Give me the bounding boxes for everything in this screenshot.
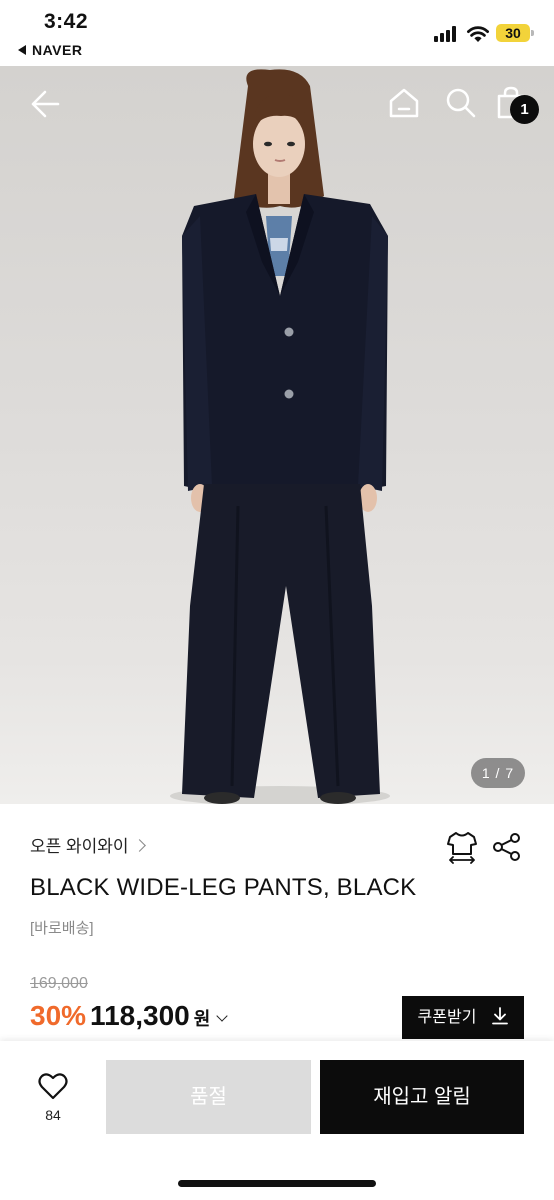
delivery-tag: [바로배송]	[30, 920, 94, 937]
brand-name: 오픈 와이와이	[30, 837, 129, 856]
battery-indicator: 30	[496, 24, 530, 42]
cellular-signal-icon	[434, 26, 460, 42]
back-to-app-link[interactable]: NAVER	[18, 42, 82, 58]
product-image-gallery[interactable]	[0, 66, 554, 804]
like-count: 84	[45, 1107, 61, 1123]
search-icon[interactable]	[444, 86, 478, 120]
soldout-button: 품절	[106, 1060, 311, 1134]
cart-count-badge: 1	[510, 95, 539, 124]
currency-label: 원	[193, 1009, 211, 1029]
chevron-down-icon[interactable]	[216, 1010, 228, 1022]
chevron-right-icon	[132, 839, 146, 852]
discount-rate: 30%	[30, 1000, 87, 1031]
download-icon	[492, 1007, 509, 1025]
back-app-label: NAVER	[32, 42, 83, 58]
product-title: BLACK WIDE-LEG PANTS, BLACK	[30, 874, 417, 901]
status-time: 3:42	[44, 10, 89, 33]
price-row[interactable]: 30% 118,300 원	[30, 1000, 228, 1032]
back-triangle-icon	[18, 45, 26, 55]
share-icon[interactable]	[492, 832, 522, 862]
home-icon[interactable]	[387, 86, 421, 120]
coupon-button-label: 쿠폰받기	[417, 1009, 477, 1026]
heart-icon	[38, 1073, 68, 1100]
restock-alert-button[interactable]: 재입고 알림	[320, 1060, 524, 1134]
like-button[interactable]: 84	[24, 1072, 82, 1123]
wifi-icon	[467, 26, 489, 42]
home-indicator[interactable]	[178, 1180, 376, 1187]
status-bar: 3:42 NAVER 30	[0, 0, 554, 66]
brand-link[interactable]: 오픈 와이와이	[30, 832, 146, 857]
product-photo	[170, 69, 390, 804]
sale-price: 118,300	[90, 1000, 190, 1031]
battery-cap	[531, 30, 534, 36]
image-pager: 1 / 7	[471, 758, 525, 788]
arrow-left-icon[interactable]	[28, 88, 60, 120]
coupon-download-button[interactable]: 쿠폰받기	[402, 996, 524, 1039]
original-price: 169,000	[30, 975, 88, 992]
size-guide-shirt-icon[interactable]	[446, 830, 478, 864]
